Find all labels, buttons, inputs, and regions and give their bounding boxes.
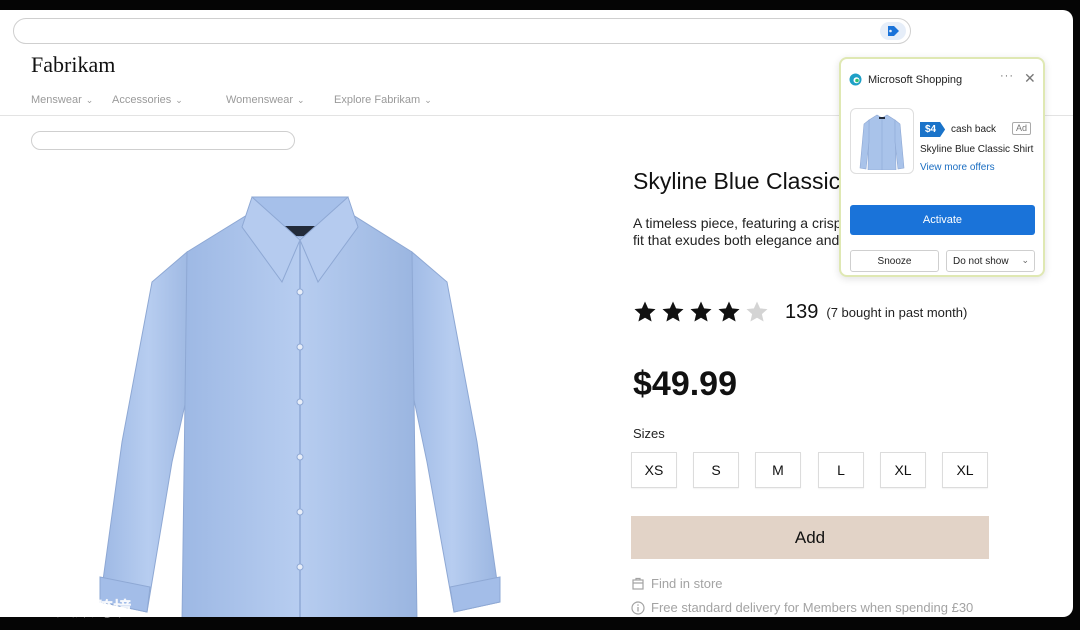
find-in-store-link[interactable]: Find in store [631,576,723,591]
product-price: $49.99 [633,365,737,403]
address-bar[interactable] [13,18,911,44]
view-more-offers-link[interactable]: View more offers [920,162,995,173]
flyout-product-name: Skyline Blue Classic Shirt [920,144,1034,155]
more-options-icon[interactable]: ··· [1000,70,1014,82]
rating-note: (7 bought in past month) [826,304,968,320]
browser-window: Fabrikam Menswear ⌄ Accessories ⌄ Womenswe… [0,10,1073,617]
microsoft-shopping-flyout: Microsoft Shopping ··· ✕ $4 cash back Ad… [839,57,1045,277]
snooze-button[interactable]: Snooze [850,250,939,272]
sizes-label: Sizes [633,426,665,441]
rating-count: 139 [785,300,819,323]
chevron-down-icon: ⌄ [85,95,94,105]
info-icon [631,600,645,615]
ad-tag: Ad [1012,122,1032,135]
cashback-badge: $4 [920,122,946,137]
nav-label: Accessories [112,94,172,106]
nav-menswear[interactable]: Menswear ⌄ [31,94,93,106]
size-button-s[interactable]: S [693,452,739,488]
find-in-store-label: Find in store [651,576,723,591]
size-button-l[interactable]: L [818,452,864,488]
watermark-logo-icon [8,598,47,614]
delivery-note-label: Free standard delivery for Members when … [651,600,974,615]
delivery-note: Free standard delivery for Members when … [631,600,973,615]
breadcrumb-placeholder [31,131,295,150]
nav-label: Womenswear [226,94,294,106]
size-button-xs[interactable]: XS [631,452,677,488]
star-empty-icon [746,301,768,322]
add-to-bag-button[interactable]: Add [631,516,989,559]
star-filled-icon [718,301,740,322]
chevron-down-icon: ⌄ [297,95,305,105]
do-not-show-label: Do not show [953,255,1009,267]
product-image[interactable] [92,182,512,617]
chevron-down-icon: ⌄ [175,95,183,105]
watermark-text: 大数跨境 [56,599,133,620]
watermark: 大数跨境 [8,594,132,621]
do-not-show-dropdown[interactable]: Do not show ⌄ [946,250,1035,272]
description-line: A timeless piece, featuring a crisp [633,215,842,231]
product-description: A timeless piece, featuring a crisp fit … [633,215,843,249]
shirt-thumbnail [859,114,905,170]
flyout-header: Microsoft Shopping [849,73,962,86]
flyout-title: Microsoft Shopping [868,73,963,86]
activate-button[interactable]: Activate [850,205,1035,235]
product-title: Skyline Blue Classic [633,168,841,194]
nav-explore[interactable]: Explore Fabrikam ⌄ [334,94,432,106]
shopping-tag-button[interactable] [880,22,906,40]
star-filled-icon [690,301,712,322]
nav-accessories[interactable]: Accessories ⌄ [112,94,183,106]
shirt-illustration [99,196,501,617]
product-rating[interactable]: 139 (7 bought in past month) [633,300,967,324]
size-button-xl-2[interactable]: XL [942,452,988,488]
nav-label: Explore Fabrikam [334,94,421,106]
star-filled-icon [634,301,656,322]
edge-logo-icon [849,73,862,86]
description-line: fit that exudes both elegance and [633,232,840,248]
price-tag-icon [888,26,899,36]
star-filled-icon [662,301,684,322]
nav-label: Menswear [31,94,82,106]
close-icon[interactable]: ✕ [1024,70,1036,87]
chevron-down-icon: ⌄ [1021,255,1029,265]
cashback-text: cash back [951,124,997,135]
chevron-down-icon: ⌄ [424,95,432,105]
size-button-m[interactable]: M [755,452,801,488]
nav-womenswear[interactable]: Womenswear ⌄ [226,94,305,106]
site-logo[interactable]: Fabrikam [31,52,115,78]
size-button-xl[interactable]: XL [880,452,926,488]
flyout-product-thumbnail[interactable] [850,108,914,174]
store-icon [632,577,644,590]
